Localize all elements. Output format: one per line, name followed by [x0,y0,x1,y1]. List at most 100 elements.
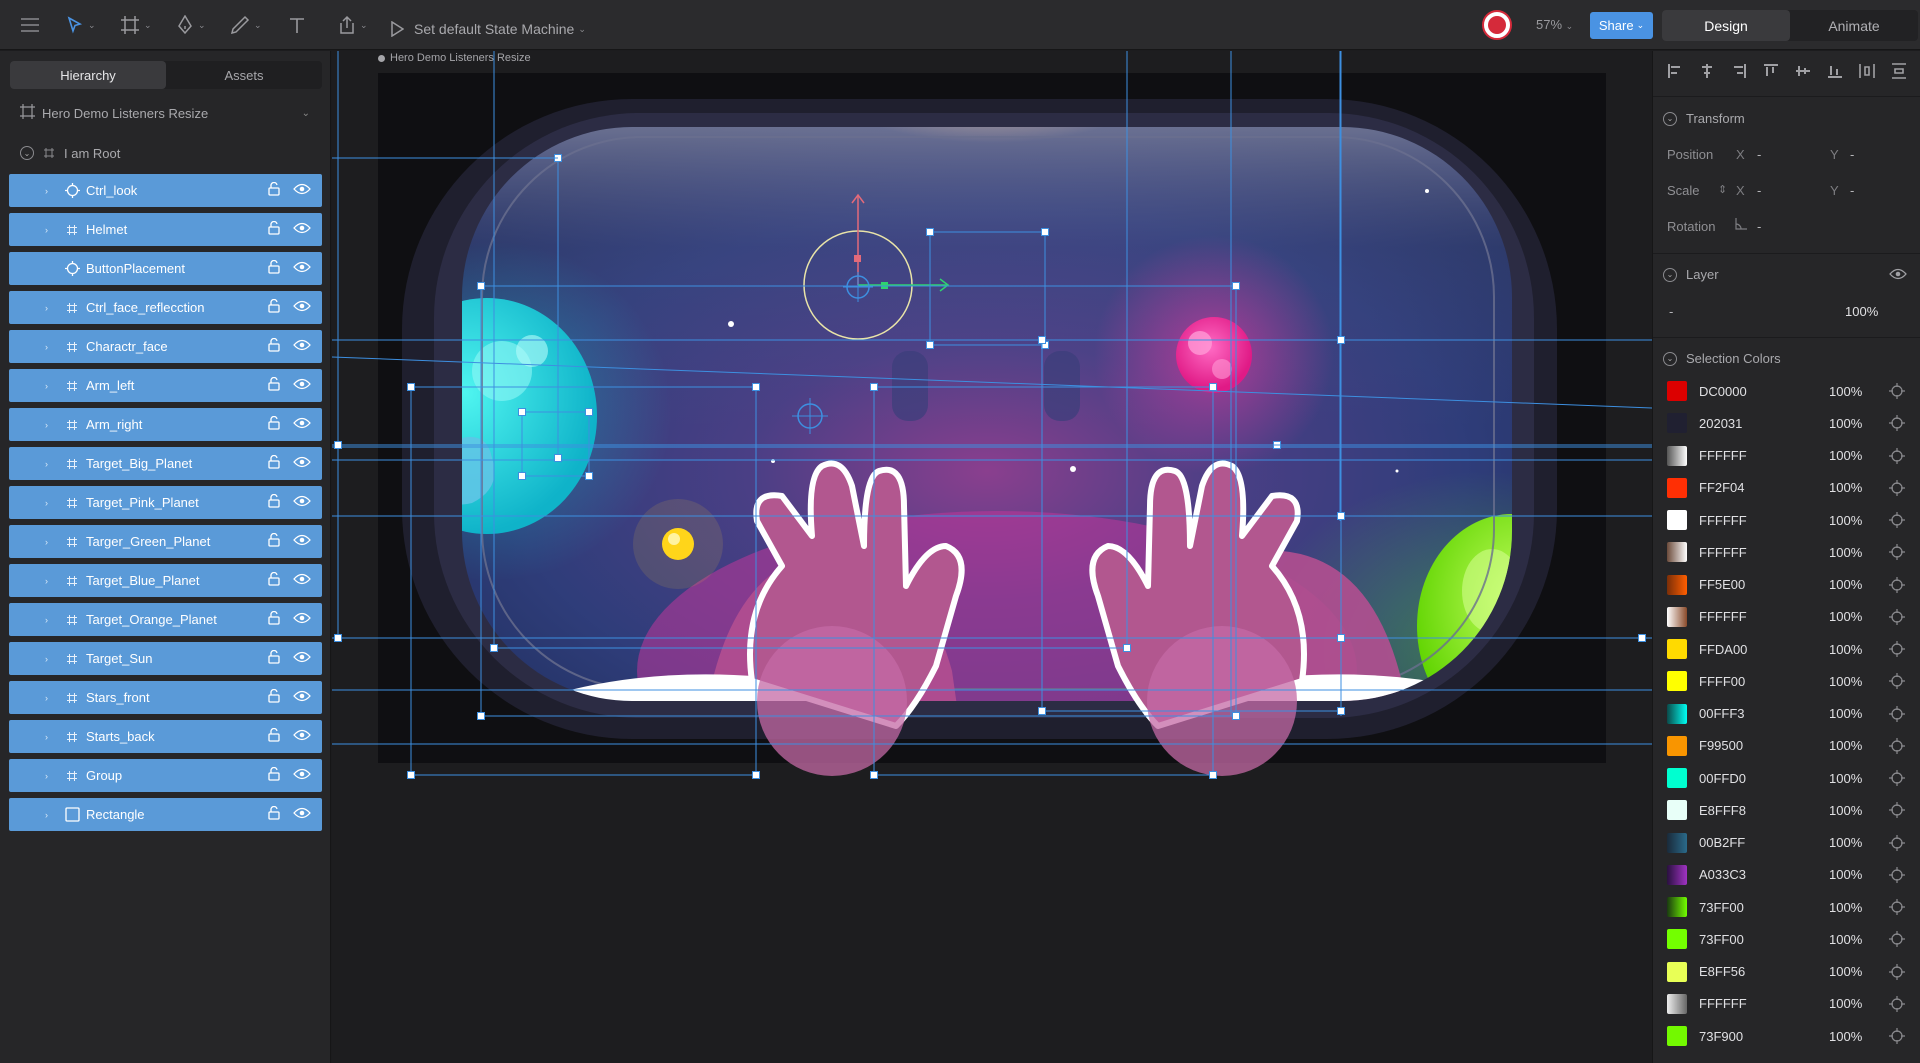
expand-chevron-icon[interactable]: › [45,225,48,235]
select-color-target-icon[interactable] [1889,963,1905,980]
selection-handle[interactable] [334,441,342,449]
stage-canvas[interactable]: Hero Demo Listeners Resize [332,51,1652,1063]
color-hex[interactable]: FFFFFF [1699,996,1747,1011]
color-opacity[interactable]: 100% [1829,480,1862,495]
selection-handle[interactable] [1232,282,1240,290]
eye-icon[interactable] [293,651,311,666]
selection-handle[interactable] [490,644,498,652]
select-color-target-icon[interactable] [1889,834,1905,851]
select-tool-button[interactable]: ⌄ [66,10,96,40]
selection-handle[interactable] [1337,512,1345,520]
collapse-icon[interactable]: ⌄ [1663,111,1677,126]
color-opacity[interactable]: 100% [1829,996,1862,1011]
text-tool-button[interactable] [288,10,306,40]
color-swatch[interactable] [1667,477,1687,498]
unlock-icon[interactable] [267,337,281,355]
eye-icon[interactable] [293,807,311,822]
selection-handle[interactable] [752,383,760,391]
design-mode-tab[interactable]: Design [1662,10,1790,41]
rotation-field[interactable]: - [1757,219,1761,234]
align-center-v-icon[interactable] [1795,63,1811,84]
color-opacity[interactable]: 100% [1829,932,1862,947]
distribute-v-icon[interactable] [1891,63,1907,84]
color-swatch[interactable] [1667,735,1687,756]
select-color-target-icon[interactable] [1889,770,1905,787]
unlock-icon[interactable] [267,181,281,199]
unlock-icon[interactable] [267,415,281,433]
color-swatch[interactable] [1667,800,1687,821]
color-swatch[interactable] [1667,542,1687,563]
color-opacity[interactable]: 100% [1829,384,1862,399]
transform-section-header[interactable]: ⌄ Transform [1663,111,1745,126]
color-hex[interactable]: 00B2FF [1699,835,1745,850]
select-color-target-icon[interactable] [1889,608,1905,625]
color-hex[interactable]: F99500 [1699,738,1743,753]
selection-handle[interactable] [585,472,593,480]
tab-hierarchy[interactable]: Hierarchy [10,61,166,89]
shape-tool-button[interactable]: ⌄ [230,10,262,40]
selection-handle[interactable] [1337,336,1345,344]
selection-handle[interactable] [1209,383,1217,391]
selection-handle[interactable] [1638,634,1646,642]
expand-chevron-icon[interactable]: › [45,420,48,430]
color-opacity[interactable]: 100% [1829,900,1862,915]
color-row[interactable]: 00B2FF 100% [1667,827,1911,859]
export-button[interactable]: ⌄ [338,10,368,40]
selection-handle[interactable] [334,634,342,642]
color-opacity[interactable]: 100% [1829,513,1862,528]
scale-y-field[interactable]: - [1850,183,1854,198]
color-hex[interactable]: 00FFF3 [1699,706,1745,721]
eye-icon[interactable] [293,261,311,276]
color-row[interactable]: FFFFFF 100% [1667,601,1911,633]
selection-handle[interactable] [477,282,485,290]
color-hex[interactable]: FFFFFF [1699,609,1747,624]
expand-chevron-icon[interactable]: › [45,186,48,196]
color-opacity[interactable]: 100% [1829,706,1862,721]
layer-row[interactable]: › Ctrl_look [9,174,322,207]
align-top-icon[interactable] [1763,63,1779,84]
unlock-icon[interactable] [267,220,281,238]
color-opacity[interactable]: 100% [1829,803,1862,818]
layer-row[interactable]: › Arm_left [9,369,322,402]
collapse-icon[interactable]: ⌄ [1663,267,1677,282]
select-color-target-icon[interactable] [1889,673,1905,690]
layer-row[interactable]: › Helmet [9,213,322,246]
select-color-target-icon[interactable] [1889,1028,1905,1045]
unlock-icon[interactable] [267,727,281,745]
color-row[interactable]: DC0000 100% [1667,375,1911,407]
eye-icon[interactable] [293,534,311,549]
color-opacity[interactable]: 100% [1829,674,1862,689]
menu-icon[interactable] [20,10,40,40]
select-color-target-icon[interactable] [1889,544,1905,561]
color-swatch[interactable] [1667,445,1687,466]
eye-icon[interactable] [293,573,311,588]
color-swatch[interactable] [1667,993,1687,1014]
eye-icon[interactable] [293,495,311,510]
eye-icon[interactable] [293,690,311,705]
color-hex[interactable]: A033C3 [1699,867,1746,882]
avatar[interactable] [1482,10,1512,40]
selection-handle[interactable] [870,383,878,391]
expand-chevron-icon[interactable]: › [45,732,48,742]
opacity-field[interactable]: 100% [1845,304,1878,319]
expand-chevron-icon[interactable]: › [45,498,48,508]
select-color-target-icon[interactable] [1889,931,1905,948]
color-swatch[interactable] [1667,510,1687,531]
select-color-target-icon[interactable] [1889,479,1905,496]
color-swatch[interactable] [1667,1026,1687,1047]
color-opacity[interactable]: 100% [1829,738,1862,753]
state-machine-dropdown[interactable]: Set default State Machine ⌄ [390,14,586,44]
tab-assets[interactable]: Assets [166,61,322,89]
color-swatch[interactable] [1667,897,1687,918]
unlock-icon[interactable] [267,259,281,277]
layer-row[interactable]: › Target_Blue_Planet [9,564,322,597]
select-color-target-icon[interactable] [1889,995,1905,1012]
scale-x-field[interactable]: - [1757,183,1761,198]
color-hex[interactable]: FFDA00 [1699,642,1747,657]
color-swatch[interactable] [1667,639,1687,660]
align-right-icon[interactable] [1731,63,1747,84]
selection-handle[interactable] [1337,707,1345,715]
select-color-target-icon[interactable] [1889,383,1905,400]
selection-handle[interactable] [1123,644,1131,652]
selection-handle[interactable] [752,771,760,779]
